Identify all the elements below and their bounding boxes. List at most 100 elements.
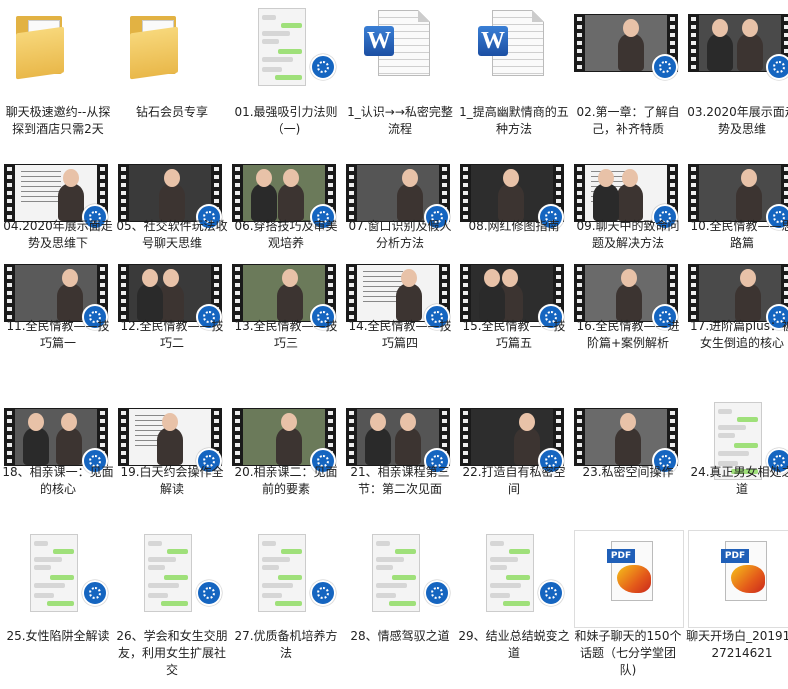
file-item[interactable]: 22.打造自有私密空间 bbox=[458, 398, 570, 496]
file-name: 22.打造自有私密空间 bbox=[462, 465, 566, 496]
file-name: 29、结业总结蜕变之道 bbox=[458, 629, 570, 660]
file-item[interactable]: 02.第一章：了解自己，补齐特质 bbox=[572, 4, 684, 136]
file-item[interactable]: 21、相亲课程第三节：第二次见面 bbox=[344, 398, 456, 496]
file-name: 13.全民情教——技巧三 bbox=[234, 319, 338, 350]
file-name: 16.全民情教——进阶篇+案例解析 bbox=[576, 319, 680, 350]
chat-screenshot bbox=[144, 534, 192, 612]
file-name: 24.真正男女相处之道 bbox=[690, 465, 788, 496]
file-name: 05、社交软件玩法收号聊天思维 bbox=[116, 219, 228, 250]
chat-screenshot bbox=[486, 534, 534, 612]
file-item[interactable]: W 1_提高幽默情商的五种方法 bbox=[458, 4, 570, 136]
file-item[interactable]: 14.全民情教——技巧篇四 bbox=[344, 254, 456, 350]
file-name: 15.全民情教——技巧篇五 bbox=[462, 319, 566, 350]
file-thumbnail bbox=[572, 4, 684, 84]
file-thumbnail: PDF bbox=[572, 530, 684, 628]
file-item[interactable]: 26、学会和女生交朋友，利用女生扩展社交 bbox=[116, 530, 228, 677]
file-thumbnail bbox=[2, 530, 114, 612]
file-name: 10.全民情教——思路篇 bbox=[690, 219, 788, 250]
file-grid: 聊天极速邀约--从探探到酒店只需2天 钻石会员专享 01.最强吸引力法则（一) W 1_… bbox=[0, 0, 788, 689]
file-thumbnail bbox=[344, 530, 456, 612]
file-name: 17.进阶篇plus：被女生倒追的核心 bbox=[690, 319, 788, 350]
file-item[interactable]: 聊天极速邀约--从探探到酒店只需2天 bbox=[2, 4, 114, 136]
file-item[interactable]: 12.全民情教——技巧二 bbox=[116, 254, 228, 350]
file-item[interactable]: 20.相亲课二：见面前的要素 bbox=[230, 398, 342, 496]
pdf-icon: PDF bbox=[574, 530, 684, 628]
video-player-icon bbox=[82, 580, 108, 606]
file-thumbnail bbox=[116, 4, 228, 84]
folder-icon bbox=[130, 26, 178, 80]
file-item[interactable]: 06.穿搭技巧及审美观培养 bbox=[230, 154, 342, 250]
file-item[interactable]: 05、社交软件玩法收号聊天思维 bbox=[116, 154, 228, 250]
file-name: 21、相亲课程第三节：第二次见面 bbox=[350, 465, 450, 496]
file-thumbnail bbox=[2, 4, 114, 84]
file-item[interactable]: 16.全民情教——进阶篇+案例解析 bbox=[572, 254, 684, 350]
file-item[interactable]: 19.白天约会操作全解读 bbox=[116, 398, 228, 496]
video-player-icon bbox=[310, 580, 336, 606]
file-item[interactable]: 11.全民情教——技巧篇一 bbox=[2, 254, 114, 350]
file-thumbnail bbox=[458, 530, 570, 612]
video-player-icon bbox=[196, 580, 222, 606]
file-item[interactable]: 18、相亲课一：见面的核心 bbox=[2, 398, 114, 496]
video-player-icon bbox=[424, 580, 450, 606]
file-name: 11.全民情教——技巧篇一 bbox=[6, 319, 110, 350]
pdf-icon: PDF bbox=[688, 530, 788, 628]
file-name: 18、相亲课一：见面的核心 bbox=[2, 465, 114, 496]
file-item[interactable]: 29、结业总结蜕变之道 bbox=[458, 530, 570, 660]
file-item[interactable]: 25.女性陷阱全解读 bbox=[2, 530, 114, 643]
video-player-icon bbox=[766, 54, 788, 80]
file-name: 聊天开场白_20191127214621 bbox=[686, 629, 788, 660]
file-name: 钻石会员专享 bbox=[135, 105, 208, 119]
file-name: 14.全民情教——技巧篇四 bbox=[348, 319, 452, 350]
file-item[interactable]: 17.进阶篇plus：被女生倒追的核心 bbox=[686, 254, 788, 350]
file-thumbnail: W bbox=[458, 4, 570, 84]
file-item[interactable]: 08.网红修图指南 bbox=[458, 154, 570, 234]
video-player-icon bbox=[310, 54, 336, 80]
file-item[interactable]: 13.全民情教——技巧三 bbox=[230, 254, 342, 350]
file-item[interactable]: PDF 聊天开场白_20191127214621 bbox=[686, 530, 788, 660]
chat-screenshot bbox=[30, 534, 78, 612]
file-name: 08.网红修图指南 bbox=[468, 219, 560, 233]
file-item[interactable]: 24.真正男女相处之道 bbox=[686, 398, 788, 496]
file-name: 1_认识→→私密完整流程 bbox=[347, 105, 453, 136]
file-name: 01.最强吸引力法则（一) bbox=[234, 105, 338, 136]
file-item[interactable]: 23.私密空间操作 bbox=[572, 398, 684, 479]
file-item[interactable]: 03.2020年展示面走势及思维 bbox=[686, 4, 788, 136]
folder-icon bbox=[16, 26, 64, 80]
file-name: 12.全民情教——技巧二 bbox=[120, 319, 224, 350]
file-thumbnail bbox=[230, 4, 342, 86]
file-name: 04.2020年展示面走势及思维下 bbox=[3, 219, 113, 250]
file-name: 1_提高幽默情商的五种方法 bbox=[459, 105, 569, 136]
file-item[interactable]: PDF 和妹子聊天的150个话题（七分学堂团队) bbox=[572, 530, 684, 677]
file-name: 27.优质备机培养方法 bbox=[234, 629, 338, 660]
file-name: 26、学会和女生交朋友，利用女生扩展社交 bbox=[116, 629, 228, 677]
file-name: 07.窗口识别及假人分析方法 bbox=[348, 219, 452, 250]
file-thumbnail: PDF bbox=[686, 530, 788, 628]
file-item[interactable]: 10.全民情教——思路篇 bbox=[686, 154, 788, 250]
file-item[interactable]: 钻石会员专享 bbox=[116, 4, 228, 119]
file-item[interactable]: 09.聊天中的致命问题及解决方法 bbox=[572, 154, 684, 250]
chat-screenshot bbox=[372, 534, 420, 612]
file-item[interactable]: W 1_认识→→私密完整流程 bbox=[344, 4, 456, 136]
file-name: 25.女性陷阱全解读 bbox=[6, 629, 110, 643]
file-item[interactable]: 27.优质备机培养方法 bbox=[230, 530, 342, 660]
file-name: 03.2020年展示面走势及思维 bbox=[687, 105, 788, 136]
file-name: 19.白天约会操作全解读 bbox=[120, 465, 224, 496]
file-thumbnail bbox=[230, 530, 342, 612]
file-thumbnail bbox=[116, 530, 228, 612]
file-item[interactable]: 07.窗口识别及假人分析方法 bbox=[344, 154, 456, 250]
video-player-icon bbox=[652, 54, 678, 80]
video-player-icon bbox=[538, 580, 564, 606]
file-name: 聊天极速邀约--从探探到酒店只需2天 bbox=[5, 105, 111, 136]
file-item[interactable]: 15.全民情教——技巧篇五 bbox=[458, 254, 570, 350]
file-item[interactable]: 28、情感驾驭之道 bbox=[344, 530, 456, 643]
file-name: 23.私密空间操作 bbox=[582, 465, 674, 479]
file-item[interactable]: 04.2020年展示面走势及思维下 bbox=[2, 154, 114, 250]
file-name: 09.聊天中的致命问题及解决方法 bbox=[576, 219, 680, 250]
file-thumbnail: W bbox=[344, 4, 456, 84]
file-item[interactable]: 01.最强吸引力法则（一) bbox=[230, 4, 342, 136]
file-name: 20.相亲课二：见面前的要素 bbox=[234, 465, 338, 496]
file-name: 28、情感驾驭之道 bbox=[350, 629, 450, 643]
chat-screenshot bbox=[258, 8, 306, 86]
file-name: 02.第一章：了解自己，补齐特质 bbox=[576, 105, 680, 136]
file-name: 06.穿搭技巧及审美观培养 bbox=[234, 219, 338, 250]
